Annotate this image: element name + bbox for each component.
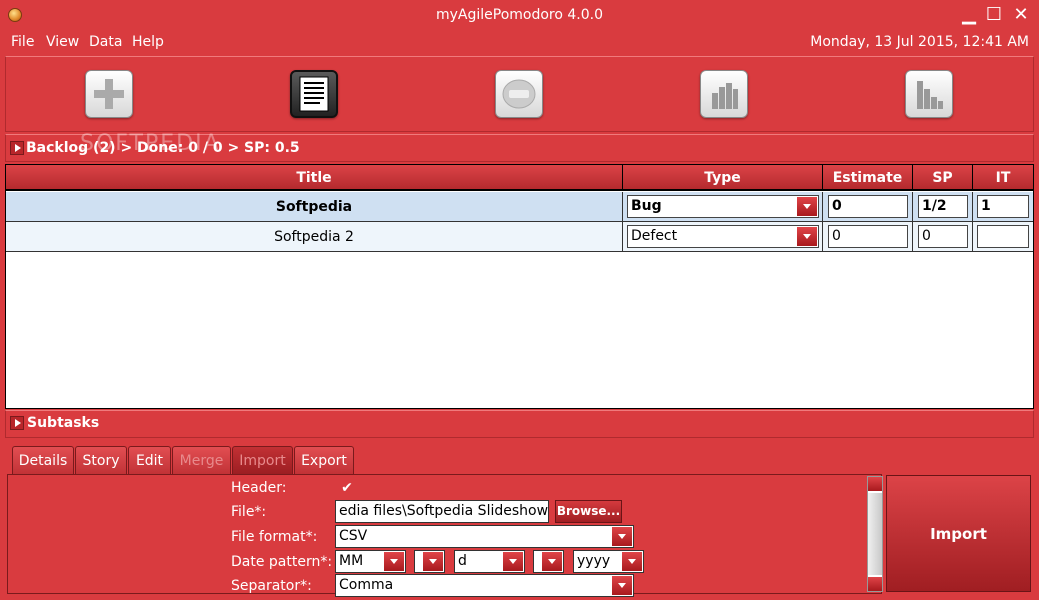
separator-label: Separator*: [231, 578, 312, 594]
date-month-select[interactable]: MM [335, 550, 406, 573]
maximize-icon: ☐ [985, 4, 1003, 25]
column-estimate[interactable]: Estimate [823, 165, 913, 191]
type-value: Bug [631, 198, 662, 214]
import-button[interactable]: Import [886, 475, 1031, 592]
add-button[interactable] [85, 70, 133, 118]
chevron-down-icon [612, 576, 632, 595]
estimate-input[interactable]: 0 [828, 225, 908, 248]
subtasks-title: Subtasks [27, 415, 100, 431]
it-input[interactable] [977, 225, 1029, 248]
row-type-cell: Defect [623, 222, 823, 252]
date-year-select[interactable]: yyyy [573, 550, 644, 573]
current-datetime: Monday, 13 Jul 2015, 12:41 AM [810, 34, 1029, 50]
chevron-down-icon [612, 527, 632, 546]
sp-input[interactable]: 0 [918, 225, 968, 248]
chevron-down-icon [797, 227, 817, 246]
chart-button[interactable] [700, 70, 748, 118]
chevron-down-icon [797, 197, 817, 216]
date-day-value: d [458, 553, 467, 569]
minimize-button[interactable]: ▁ [958, 4, 980, 26]
plus-icon [94, 79, 124, 109]
close-button[interactable]: ✕ [1010, 4, 1032, 26]
column-it[interactable]: IT [973, 165, 1033, 191]
window-title: myAgilePomodoro 4.0.0 [435, 7, 604, 23]
date-pattern-label: Date pattern*: [231, 554, 333, 570]
column-sp[interactable]: SP [913, 165, 973, 191]
date-separator-2-select[interactable] [533, 550, 564, 573]
type-value: Defect [631, 228, 678, 244]
table-row[interactable]: Softpedia Bug 0 1/2 1 [6, 192, 1033, 222]
type-select[interactable]: Defect [627, 225, 819, 248]
tab-details[interactable]: Details [12, 446, 74, 474]
menu-data[interactable]: Data [89, 34, 122, 50]
burndown-button[interactable] [905, 70, 953, 118]
expand-backlog-toggle[interactable] [10, 141, 24, 155]
tab-import[interactable]: Import [232, 446, 293, 474]
row-estimate-cell: 0 [823, 192, 913, 222]
row-title[interactable]: Softpedia [6, 192, 623, 222]
date-day-select[interactable]: d [454, 550, 525, 573]
date-year-value: yyyy [577, 553, 611, 569]
header-label: Header: [231, 480, 287, 496]
minimize-icon: ▁ [962, 4, 976, 25]
chevron-down-icon [384, 552, 404, 571]
menu-view[interactable]: View [46, 34, 79, 50]
file-format-label: File format*: [231, 529, 318, 545]
tab-export[interactable]: Export [294, 446, 354, 474]
sp-input[interactable]: 1/2 [918, 195, 968, 218]
file-label: File*: [231, 504, 267, 520]
chevron-down-icon [542, 552, 562, 571]
row-sp-cell: 1/2 [913, 192, 973, 222]
file-path-input[interactable]: edia files\Softpedia Slideshow.avi [335, 500, 549, 523]
menu-help[interactable]: Help [132, 34, 164, 50]
chevron-down-icon [503, 552, 523, 571]
row-sp-cell: 0 [913, 222, 973, 252]
panel-scrollbar[interactable] [867, 476, 883, 592]
row-it-cell: 1 [973, 192, 1033, 222]
row-type-cell: Bug [623, 192, 823, 222]
maximize-button[interactable]: ☐ [983, 4, 1005, 26]
browse-button[interactable]: Browse... [555, 500, 622, 523]
separator-value: Comma [339, 577, 394, 593]
bar-chart-icon [712, 83, 738, 109]
scroll-thumb[interactable] [868, 493, 882, 575]
row-estimate-cell: 0 [823, 222, 913, 252]
row-it-cell [973, 222, 1033, 252]
type-select[interactable]: Bug [627, 195, 819, 218]
scroll-down-button[interactable] [868, 577, 882, 591]
it-input[interactable]: 1 [977, 195, 1029, 218]
subtasks-section-bar [5, 410, 1034, 438]
timer-icon [502, 79, 536, 109]
backlog-table: Title Type Estimate SP IT Softpedia Bug … [5, 164, 1034, 409]
file-format-value: CSV [339, 528, 368, 544]
timer-button[interactable] [495, 70, 543, 118]
expand-subtasks-toggle[interactable] [10, 416, 24, 430]
column-type[interactable]: Type [623, 165, 823, 191]
chevron-down-icon [423, 552, 443, 571]
document-list-icon [299, 76, 329, 112]
date-separator-1-select[interactable] [414, 550, 445, 573]
table-header: Title Type Estimate SP IT [6, 165, 1033, 191]
tab-edit[interactable]: Edit [128, 446, 171, 474]
tab-merge[interactable]: Merge [172, 446, 231, 474]
backlog-view-button[interactable] [290, 70, 338, 118]
backlog-summary: Backlog (2) > Done: 0 / 0 > SP: 0.5 [26, 140, 300, 156]
menu-file[interactable]: File [11, 34, 34, 50]
file-format-select[interactable]: CSV [335, 525, 634, 548]
scroll-up-button[interactable] [868, 477, 882, 491]
estimate-input[interactable]: 0 [828, 195, 908, 218]
chevron-down-icon [622, 552, 642, 571]
burndown-chart-icon [917, 81, 943, 109]
checkmark-icon: ✔ [341, 480, 353, 496]
separator-select[interactable]: Comma [335, 574, 634, 597]
date-month-value: MM [339, 553, 364, 569]
header-checkbox[interactable]: ✔ [339, 480, 355, 496]
close-icon: ✕ [1013, 4, 1029, 25]
column-title[interactable]: Title [6, 165, 623, 191]
table-row[interactable]: Softpedia 2 Defect 0 0 [6, 222, 1033, 252]
row-title[interactable]: Softpedia 2 [6, 222, 623, 252]
tab-story[interactable]: Story [75, 446, 127, 474]
